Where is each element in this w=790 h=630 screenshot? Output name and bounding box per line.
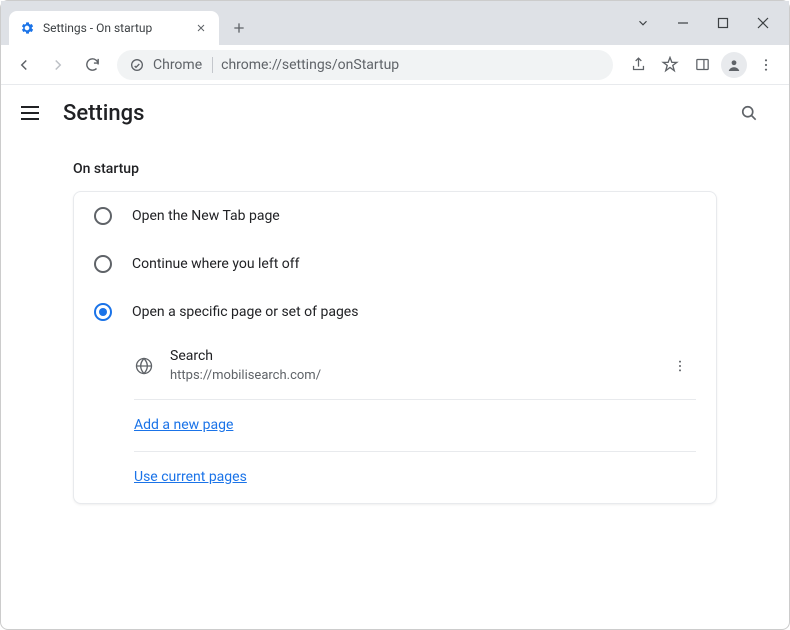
radio-specific-pages[interactable]: Open a specific page or set of pages <box>74 288 716 336</box>
bookmark-button[interactable] <box>655 50 685 80</box>
site-name: Search <box>170 347 648 367</box>
radio-label: Open the New Tab page <box>132 208 280 224</box>
omnibox-chip: Chrome <box>153 57 213 73</box>
avatar-icon <box>721 52 747 78</box>
startup-page-row: Search https://mobilisearch.com/ <box>74 337 716 395</box>
settings-content: On startup Open the New Tab page Continu… <box>1 141 789 504</box>
site-url: https://mobilisearch.com/ <box>170 367 648 385</box>
radio-label: Open a specific page or set of pages <box>132 304 358 320</box>
share-button[interactable] <box>623 50 653 80</box>
address-bar[interactable]: Chrome chrome://settings/onStartup <box>117 50 613 80</box>
side-panel-button[interactable] <box>687 50 717 80</box>
maximize-button[interactable] <box>703 7 743 39</box>
close-tab-icon[interactable] <box>193 20 209 36</box>
tab-title: Settings - On startup <box>43 21 185 35</box>
page-more-actions-button[interactable] <box>664 350 696 382</box>
forward-button[interactable] <box>43 50 73 80</box>
page-title: Settings <box>63 101 144 126</box>
browser-tab[interactable]: Settings - On startup <box>9 11 219 45</box>
specific-pages-panel: Search https://mobilisearch.com/ Add a n… <box>74 336 716 503</box>
radio-continue[interactable]: Continue where you left off <box>74 240 716 288</box>
profile-button[interactable] <box>719 50 749 80</box>
globe-icon <box>134 356 154 376</box>
close-window-button[interactable] <box>743 7 783 39</box>
add-new-page-link[interactable]: Add a new page <box>134 417 233 433</box>
browser-toolbar: Chrome chrome://settings/onStartup <box>1 45 789 85</box>
radio-open-new-tab[interactable]: Open the New Tab page <box>74 192 716 240</box>
minimize-button[interactable] <box>663 7 703 39</box>
menu-button[interactable] <box>21 101 45 125</box>
search-settings-button[interactable] <box>729 93 769 133</box>
site-info-icon[interactable] <box>129 57 145 73</box>
omnibox-url: chrome://settings/onStartup <box>221 57 601 73</box>
radio-icon <box>94 207 112 225</box>
chrome-menu-button[interactable] <box>751 50 781 80</box>
settings-header: Settings <box>1 85 789 141</box>
radio-icon-selected <box>94 303 112 321</box>
use-current-pages-link[interactable]: Use current pages <box>134 469 247 485</box>
reload-button[interactable] <box>77 50 107 80</box>
section-label: On startup <box>73 161 717 177</box>
gear-icon <box>19 20 35 36</box>
radio-label: Continue where you left off <box>132 256 300 272</box>
back-button[interactable] <box>9 50 39 80</box>
radio-icon <box>94 255 112 273</box>
on-startup-card: Open the New Tab page Continue where you… <box>73 191 717 504</box>
window-titlebar: Settings - On startup <box>1 1 789 45</box>
chevron-down-icon[interactable] <box>623 7 663 39</box>
new-tab-button[interactable] <box>225 14 253 42</box>
